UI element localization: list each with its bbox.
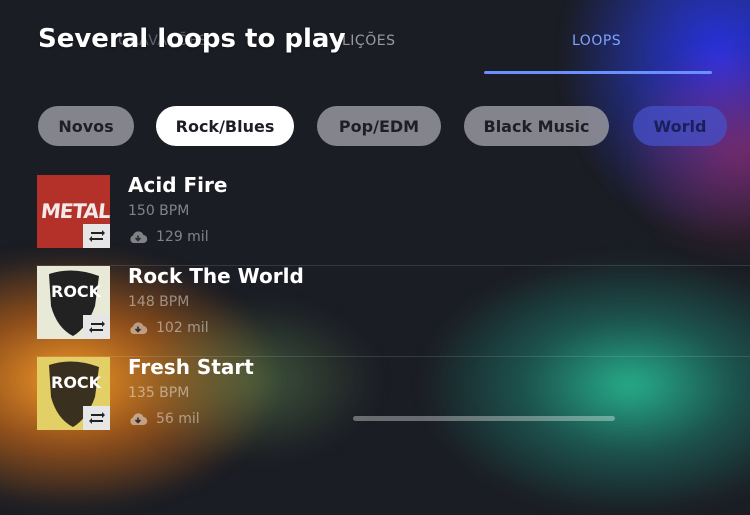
loop-download-count: 129 mil [156,229,209,245]
loop-cover-image: METAL [37,175,110,248]
tab-lessons[interactable]: LIÇÕES [342,33,395,49]
cloud-download-icon [130,413,148,426]
loop-icon [83,315,110,339]
cover-text: ROCK [51,373,102,392]
home-indicator[interactable] [353,416,615,421]
loop-icon [83,224,110,248]
cloud-download-icon [130,322,148,335]
loop-title: Acid Fire [128,173,228,197]
loop-downloads: 129 mil [128,229,209,245]
loop-bpm: 135 BPM [128,385,190,401]
loop-title: Fresh Start [128,355,254,379]
loop-bpm: 150 BPM [128,203,190,219]
loop-title: Rock The World [128,264,304,288]
loops-screen: GRAVAÇÕES LIÇÕES LOOPS Several loops to … [0,0,750,430]
loop-list-item[interactable]: METAL Acid Fire 150 BPM 129 mil [0,173,750,266]
loop-cover-image: ROCK [37,266,110,339]
genre-chip-novos[interactable]: Novos [38,106,134,146]
loop-list-item[interactable]: ROCK Fresh Start 135 BPM 56 mil [0,355,750,448]
genre-chip-black-music[interactable]: Black Music [464,106,609,146]
loop-cover-image: ROCK [37,357,110,430]
loop-icon [83,406,110,430]
loop-list-item[interactable]: ROCK Rock The World 148 BPM 102 mil [0,264,750,357]
cloud-download-icon [130,231,148,244]
loop-download-count: 56 mil [156,411,200,427]
genre-chip-pop-edm[interactable]: Pop/EDM [317,106,441,146]
genre-chip-world[interactable]: World [633,106,727,146]
genre-chip-rock-blues[interactable]: Rock/Blues [156,106,294,146]
tab-loops[interactable]: LOOPS [572,33,621,49]
loop-downloads: 102 mil [128,320,209,336]
loop-download-count: 102 mil [156,320,209,336]
loop-downloads: 56 mil [128,411,200,427]
cover-text: ROCK [51,282,102,301]
loop-bpm: 148 BPM [128,294,190,310]
tab-active-indicator [484,71,712,74]
cover-text: METAL [39,199,110,223]
caption-title: Several loops to play [38,24,346,54]
